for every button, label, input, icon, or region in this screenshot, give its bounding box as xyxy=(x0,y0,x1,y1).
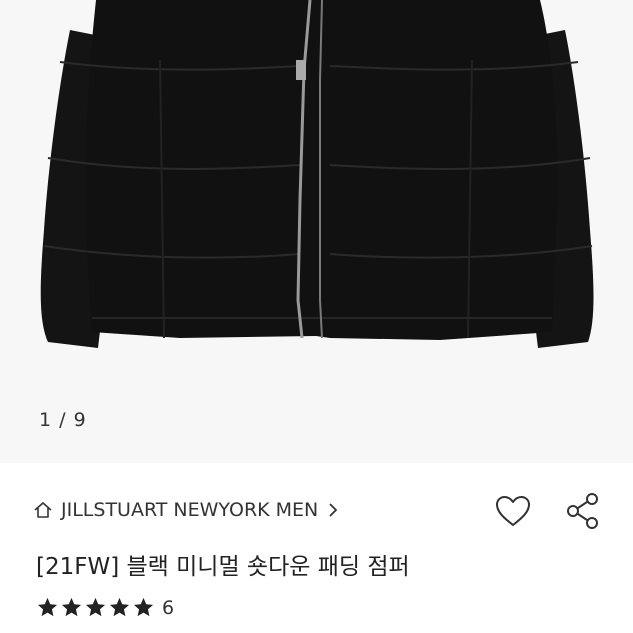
share-icon xyxy=(565,492,601,530)
like-button[interactable] xyxy=(493,491,533,531)
brand-name: JILLSTUART NEWYORK MEN xyxy=(61,499,319,521)
brand-link[interactable]: JILLSTUART NEWYORK MEN xyxy=(33,493,340,527)
product-image-gallery[interactable]: 1 / 9 xyxy=(0,0,633,463)
heart-icon xyxy=(494,494,532,528)
product-info: JILLSTUART NEWYORK MEN [21FW] 블랙 미니멀 숏다운… xyxy=(0,463,633,633)
star-icon xyxy=(85,597,106,617)
star-icon xyxy=(37,597,58,617)
home-icon xyxy=(33,500,53,520)
share-button[interactable] xyxy=(563,491,603,531)
rating-stars xyxy=(36,596,155,619)
review-count: 6 xyxy=(162,596,175,619)
product-title: [21FW] 블랙 미니멀 숏다운 패딩 점퍼 xyxy=(36,554,410,580)
product-rating[interactable]: 6 xyxy=(36,596,174,619)
chevron-right-icon xyxy=(326,501,340,519)
image-counter: 1 / 9 xyxy=(39,409,87,431)
star-icon xyxy=(61,597,82,617)
product-image xyxy=(40,0,594,348)
star-icon xyxy=(133,597,154,617)
star-icon xyxy=(109,597,130,617)
